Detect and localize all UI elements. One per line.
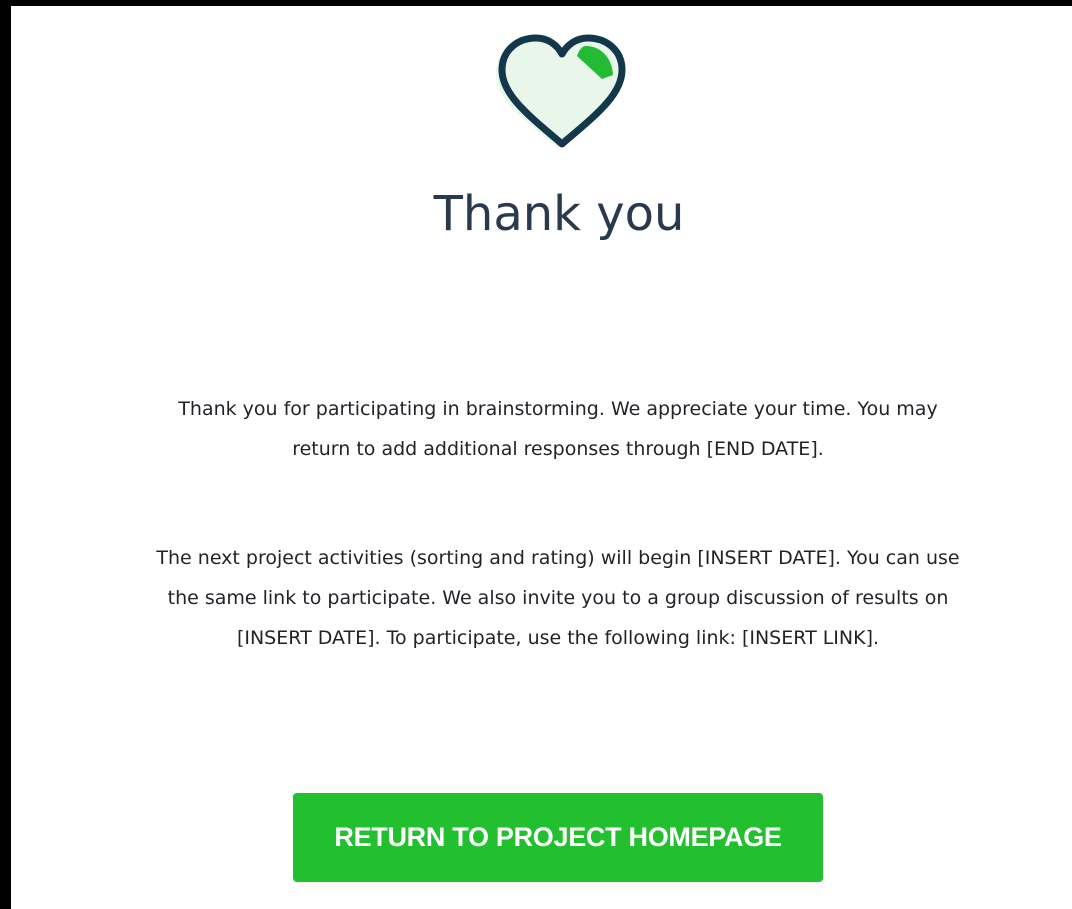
next-activities-message: The next project activities (sorting and…: [22, 538, 1072, 658]
thank-you-page: Thank you Thank you for participating in…: [0, 0, 1072, 909]
next-activities-line: [INSERT DATE]. To participate, use the f…: [236, 627, 880, 649]
return-to-homepage-button[interactable]: RETURN TO PROJECT HOMEPAGE: [293, 793, 823, 882]
next-activities-line: the same link to participate. We also in…: [167, 587, 949, 609]
participation-message-line: Thank you for participating in brainstor…: [178, 398, 938, 420]
heart-logo-icon: [496, 34, 626, 148]
page-title: Thank you: [433, 186, 685, 242]
participation-message-line: return to add additional responses throu…: [292, 438, 824, 460]
participation-message: Thank you for participating in brainstor…: [22, 389, 1072, 469]
next-activities-line: The next project activities (sorting and…: [156, 547, 960, 569]
